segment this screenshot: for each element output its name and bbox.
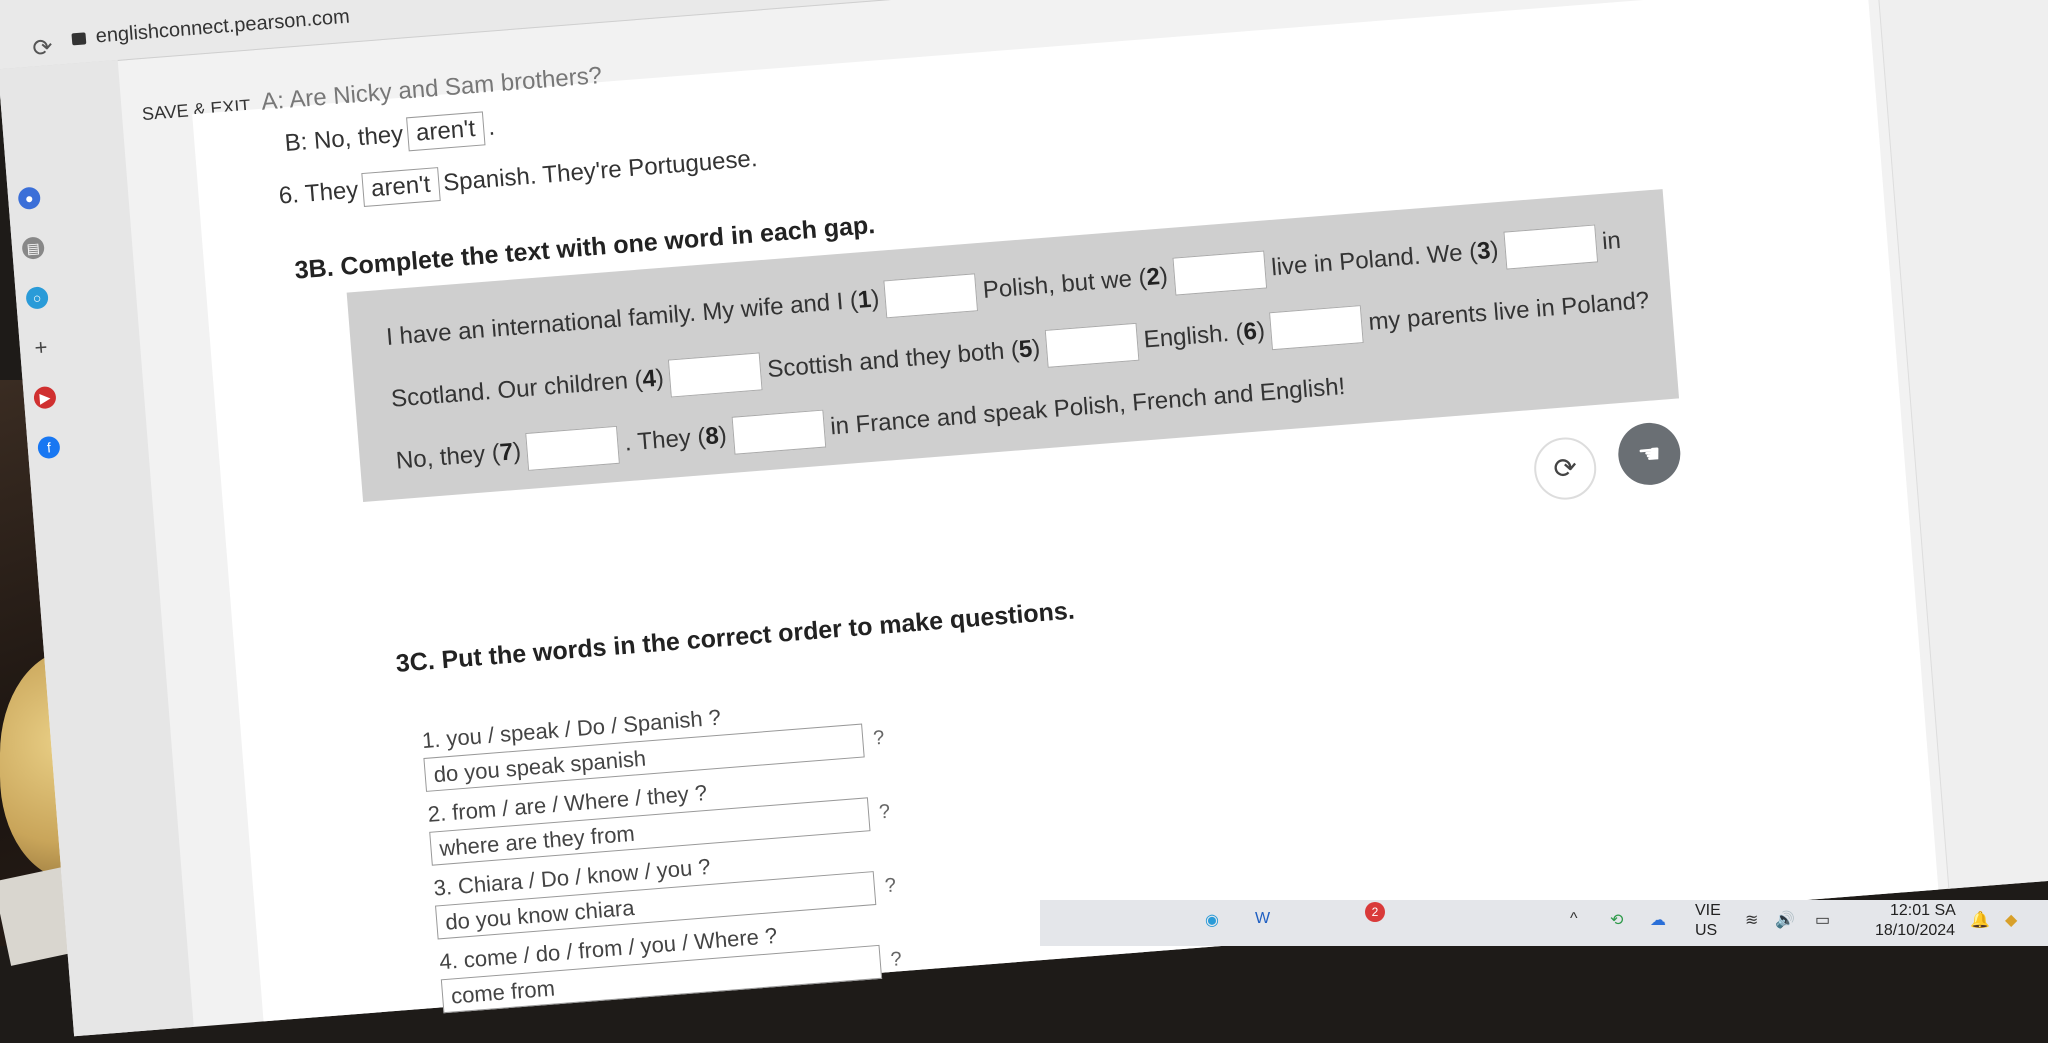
- row1-text-c: Polish, but we (: [981, 264, 1148, 305]
- wifi-icon[interactable]: ≋: [1745, 910, 1758, 930]
- row3-text-a: No, they (: [394, 439, 501, 475]
- gap-input-5[interactable]: [1044, 322, 1140, 368]
- battery-icon[interactable]: ▭: [1815, 910, 1830, 930]
- row1-text-d: ): [1158, 262, 1169, 291]
- row1-text-b: ): [870, 285, 881, 313]
- answer-box-5[interactable]: aren't: [405, 111, 486, 152]
- gap-input-6[interactable]: [1269, 305, 1365, 351]
- exercise-content: A: Are Nicky and Sam brothers? B: No, th…: [192, 0, 1939, 1022]
- app-icon-1[interactable]: ◉: [1205, 910, 1219, 930]
- row3-text-d: ): [717, 421, 728, 450]
- clock-date[interactable]: 18/10/2024: [1875, 922, 1955, 940]
- 3c-qmark-4: ?: [889, 948, 903, 971]
- 3c-qmark-3: ?: [884, 874, 897, 898]
- notification-badge: 2: [1365, 902, 1385, 922]
- row1-text-a: I have an international family. My wife …: [385, 286, 859, 351]
- q6-start: 6. They: [277, 176, 360, 210]
- row3-text-e: in France and speak Polish, French and E…: [829, 372, 1347, 441]
- youtube-icon[interactable]: ▶: [33, 385, 57, 410]
- plus-icon[interactable]: +: [29, 334, 53, 360]
- gap-input-3[interactable]: [1503, 224, 1598, 270]
- browser-screen: ⟳ englishconnect.pearson.com ● ▤ ○ + ▶ f…: [0, 0, 2048, 1037]
- gap-input-7[interactable]: [525, 425, 621, 471]
- prev-answer-line: B: No, they aren't.: [283, 111, 496, 161]
- row2-text-d: ): [1031, 334, 1042, 363]
- reset-icon: ⟳: [1552, 451, 1579, 485]
- chevron-up-icon[interactable]: ^: [1570, 910, 1578, 928]
- row1-text-e: live in Poland. We (: [1270, 238, 1479, 282]
- volume-icon[interactable]: 🔊: [1775, 910, 1795, 930]
- gap-input-8[interactable]: [731, 409, 826, 455]
- row2-text-e: English. (: [1142, 318, 1245, 354]
- lock-icon: [71, 32, 87, 46]
- q6-end: Spanish. They're Portuguese.: [442, 145, 759, 197]
- bell-icon[interactable]: 🔔: [1970, 910, 1990, 930]
- row2-text-b: ): [654, 364, 665, 392]
- gap-input-2[interactable]: [1172, 250, 1268, 296]
- prev-b-text: B: No, they: [283, 120, 405, 157]
- row3-text-b: ): [511, 437, 523, 466]
- facebook-icon[interactable]: f: [37, 435, 61, 460]
- sidebar-blue-icon[interactable]: ●: [17, 186, 42, 211]
- row2-text-a: Scotland. Our children (: [390, 366, 644, 413]
- lang-bottom[interactable]: US: [1695, 922, 1717, 940]
- row1-text-g: in: [1601, 226, 1622, 256]
- row2-text-c: Scottish and they both (: [766, 336, 1020, 384]
- url-text[interactable]: englishconnect.pearson.com: [95, 6, 351, 49]
- gap-input-1[interactable]: [883, 273, 979, 319]
- row1-text-f: ): [1489, 236, 1500, 265]
- row3-text-c: . They (: [623, 423, 707, 457]
- lang-top[interactable]: VIE: [1695, 902, 1721, 920]
- 3c-qmark-1: ?: [872, 726, 886, 750]
- answer-box-6[interactable]: aren't: [360, 167, 441, 208]
- windows-taskbar: ◉ W 2 ^ ⟲ ☁ VIE US ≋ 🔊 ▭ 12:01 SA 18/10/…: [1040, 900, 2048, 946]
- sidebar-cloud-icon[interactable]: ○: [25, 286, 49, 310]
- sync-icon[interactable]: ⟲: [1610, 910, 1623, 930]
- word-icon[interactable]: W: [1255, 910, 1270, 928]
- sidebar-book-icon[interactable]: ▤: [21, 236, 46, 260]
- reload-icon[interactable]: ⟳: [31, 33, 54, 63]
- copilot-icon[interactable]: ◆: [2005, 910, 2017, 930]
- prev-b-end: .: [487, 113, 496, 141]
- hand-pointer-icon: ☚: [1636, 438, 1663, 470]
- cloud-icon[interactable]: ☁: [1650, 910, 1666, 930]
- row2-text-f: ): [1255, 317, 1266, 345]
- 3c-qmark-2: ?: [878, 800, 892, 824]
- clock-time[interactable]: 12:01 SA: [1890, 902, 1956, 920]
- prev-question-line: A: Are Nicky and Sam brothers?: [260, 61, 603, 116]
- gap-input-4[interactable]: [668, 352, 764, 398]
